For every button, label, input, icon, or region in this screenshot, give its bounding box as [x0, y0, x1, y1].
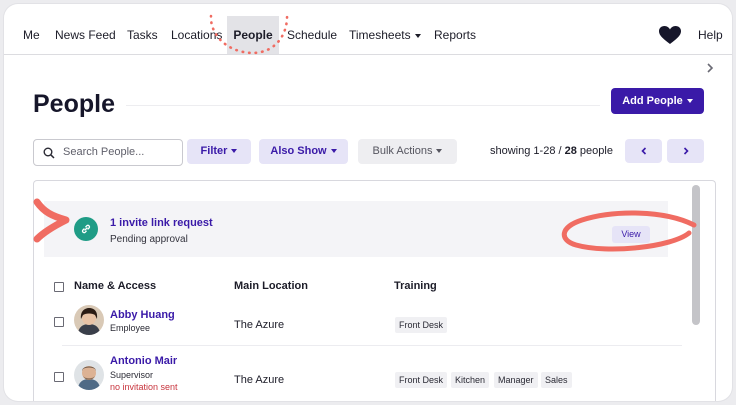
avatar [74, 305, 104, 335]
search-placeholder: Search People... [63, 146, 145, 158]
training-tag: Kitchen [451, 372, 490, 388]
heart-icon[interactable] [658, 25, 682, 45]
avatar [74, 360, 104, 390]
chevron-right-icon [683, 147, 689, 155]
nav-item-tasks[interactable]: Tasks [127, 16, 158, 54]
select-all-checkbox[interactable] [54, 282, 64, 292]
nav-item-help[interactable]: Help [698, 16, 723, 54]
also-show-label: Also Show [270, 145, 327, 157]
showing-suffix: people [576, 145, 613, 157]
chevron-down-icon [686, 99, 693, 104]
showing-count: showing 1-28 / 28 people [490, 139, 613, 164]
training-tag: Front Desk [395, 317, 448, 333]
column-header-location[interactable]: Main Location [234, 280, 308, 292]
filter-button[interactable]: Filter [187, 139, 251, 164]
top-nav: Me News Feed Tasks Locations People Sche… [4, 16, 732, 55]
showing-total: 28 [564, 145, 577, 157]
search-icon [43, 147, 55, 159]
chevron-down-icon [231, 149, 238, 154]
chevron-down-icon [330, 149, 337, 154]
invite-badge [74, 217, 98, 241]
nav-item-news-feed[interactable]: News Feed [55, 16, 116, 54]
prev-page-button[interactable] [625, 139, 662, 163]
main-location: The Azure [234, 374, 285, 386]
people-table: 1 invite link request Pending approval V… [33, 180, 716, 401]
person-name-link[interactable]: Abby Huang [110, 309, 175, 321]
invitation-warning: no invitation sent [110, 382, 178, 392]
row-checkbox[interactable] [54, 317, 64, 327]
showing-prefix: showing 1-28 / [490, 145, 565, 157]
bulk-actions-button[interactable]: Bulk Actions [358, 139, 457, 164]
nav-item-schedule[interactable]: Schedule [287, 16, 337, 54]
add-people-label: Add People [622, 95, 683, 107]
person-role: Supervisor [110, 370, 154, 380]
also-show-button[interactable]: Also Show [259, 139, 348, 164]
row-divider [62, 345, 682, 346]
nav-item-timesheets[interactable]: Timesheets [349, 16, 421, 54]
training-tag: Front Desk [395, 372, 448, 388]
next-page-button[interactable] [667, 139, 704, 163]
link-icon [81, 224, 91, 234]
bulk-actions-label: Bulk Actions [372, 145, 433, 157]
invite-status: Pending approval [110, 234, 188, 245]
column-header-training[interactable]: Training [394, 280, 437, 292]
app-window: Me News Feed Tasks Locations People Sche… [4, 4, 732, 401]
invite-title-link[interactable]: 1 invite link request [110, 217, 213, 229]
training-tag: Sales [541, 372, 572, 388]
row-checkbox[interactable] [54, 372, 64, 382]
nav-item-me[interactable]: Me [23, 16, 40, 54]
chevron-down-icon [414, 33, 421, 38]
main-location: The Azure [234, 319, 285, 331]
invite-request-banner: 1 invite link request Pending approval V… [44, 201, 668, 257]
view-button[interactable]: View [612, 226, 650, 243]
nav-item-people[interactable]: People [227, 16, 279, 54]
column-header-name[interactable]: Name & Access [74, 280, 156, 292]
person-name-link[interactable]: Antonio Mair [110, 355, 177, 367]
page-title: People [33, 90, 115, 118]
nav-timesheets-label: Timesheets [349, 28, 411, 42]
add-people-button[interactable]: Add People [611, 88, 704, 114]
chevron-left-icon [641, 147, 647, 155]
training-tag: Manager [494, 372, 538, 388]
chevron-right-icon[interactable] [704, 61, 716, 73]
filter-label: Filter [200, 145, 228, 157]
person-role: Employee [110, 323, 151, 333]
nav-item-locations[interactable]: Locations [171, 16, 222, 54]
chevron-down-icon [436, 149, 443, 154]
search-input[interactable]: Search People... [33, 139, 183, 166]
scrollbar[interactable] [692, 185, 700, 325]
nav-item-reports[interactable]: Reports [434, 16, 476, 54]
title-divider [126, 105, 600, 106]
